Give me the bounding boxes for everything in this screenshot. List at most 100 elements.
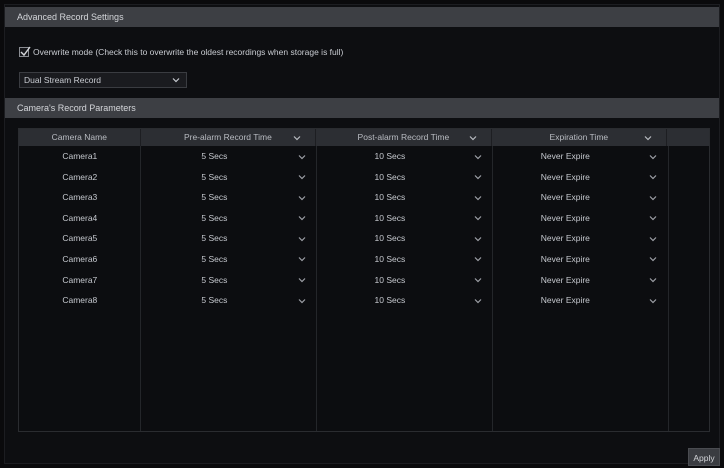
- chevron-down-icon[interactable]: [649, 256, 657, 262]
- expiration-dropdown[interactable]: Never Expire: [492, 167, 667, 188]
- expiration-value: Never Expire: [540, 253, 590, 264]
- chevron-down-icon[interactable]: [298, 174, 306, 180]
- post-alarm-dropdown[interactable]: 10 Secs: [316, 146, 491, 167]
- record-mode-dropdown[interactable]: Dual Stream Record: [19, 72, 187, 88]
- expiration-dropdown[interactable]: Never Expire: [492, 228, 667, 249]
- column-header-label: Post-alarm Record Time: [357, 132, 450, 142]
- pre-alarm-value: 5 Secs: [201, 274, 228, 285]
- chevron-down-icon[interactable]: [298, 298, 306, 304]
- pre-alarm-value: 5 Secs: [201, 151, 228, 161]
- camera-name-cell: Camera4: [19, 208, 141, 229]
- expiration-value: Never Expire: [540, 171, 590, 182]
- post-alarm-dropdown[interactable]: 10 Secs: [316, 249, 491, 270]
- camera-name-cell: Camera7: [19, 270, 141, 291]
- chevron-down-icon[interactable]: [649, 174, 657, 180]
- column-header-label: Expiration Time: [549, 132, 609, 142]
- row-spacer: [667, 290, 709, 311]
- pre-alarm-value: 5 Secs: [201, 233, 228, 244]
- expiration-dropdown[interactable]: Never Expire: [492, 270, 667, 291]
- chevron-down-icon[interactable]: [644, 135, 652, 141]
- expiration-dropdown[interactable]: Never Expire: [492, 146, 667, 167]
- chevron-down-icon[interactable]: [649, 298, 657, 304]
- pre-alarm-value: 5 Secs: [201, 253, 228, 264]
- chevron-down-icon[interactable]: [474, 298, 482, 304]
- column-header-spacer: [667, 129, 709, 146]
- chevron-down-icon[interactable]: [298, 215, 306, 221]
- post-alarm-dropdown[interactable]: 10 Secs: [316, 208, 491, 229]
- post-alarm-dropdown[interactable]: 10 Secs: [316, 290, 491, 311]
- chevron-down-icon[interactable]: [293, 135, 301, 141]
- post-alarm-value: 10 Secs: [374, 151, 406, 161]
- chevron-down-icon[interactable]: [469, 135, 477, 141]
- expiration-value: Never Expire: [540, 295, 590, 306]
- expiration-dropdown[interactable]: Never Expire: [492, 187, 667, 208]
- post-alarm-value: 10 Secs: [374, 212, 406, 223]
- chevron-down-icon[interactable]: [649, 277, 657, 283]
- chevron-down-icon[interactable]: [474, 277, 482, 283]
- row-spacer: [667, 270, 709, 291]
- table-row: Camera2 5 Secs 10 Secs Never Expire: [19, 167, 709, 188]
- pre-alarm-dropdown[interactable]: 5 Secs: [141, 290, 316, 311]
- camera-name-cell: Camera6: [19, 249, 141, 270]
- row-spacer: [667, 249, 709, 270]
- apply-button[interactable]: Apply: [688, 448, 720, 466]
- post-alarm-value: 10 Secs: [374, 233, 406, 244]
- expiration-value: Never Expire: [540, 274, 590, 285]
- row-spacer: [667, 208, 709, 229]
- post-alarm-dropdown[interactable]: 10 Secs: [316, 167, 491, 188]
- post-alarm-dropdown[interactable]: 10 Secs: [316, 228, 491, 249]
- camera-name: Camera8: [62, 295, 98, 306]
- chevron-down-icon[interactable]: [474, 154, 482, 160]
- camera-name-cell: Camera8: [19, 290, 141, 311]
- pre-alarm-dropdown[interactable]: 5 Secs: [141, 146, 316, 167]
- chevron-down-icon[interactable]: [649, 215, 657, 221]
- chevron-down-icon: [172, 78, 180, 83]
- expiration-dropdown[interactable]: Never Expire: [492, 249, 667, 270]
- row-spacer: [667, 228, 709, 249]
- overwrite-mode-checkbox[interactable]: [19, 46, 31, 57]
- pre-alarm-dropdown[interactable]: 5 Secs: [141, 270, 316, 291]
- expiration-dropdown[interactable]: Never Expire: [492, 208, 667, 229]
- post-alarm-value: 10 Secs: [374, 253, 406, 264]
- camera-name: Camera2: [62, 171, 98, 182]
- record-mode-value: Dual Stream Record: [24, 75, 102, 85]
- post-alarm-dropdown[interactable]: 10 Secs: [316, 270, 491, 291]
- chevron-down-icon[interactable]: [649, 195, 657, 201]
- record-settings-panel: Advanced Record Settings Overwrite mode …: [4, 4, 720, 466]
- pre-alarm-value: 5 Secs: [201, 171, 228, 182]
- chevron-down-icon[interactable]: [298, 236, 306, 242]
- expiration-dropdown[interactable]: Never Expire: [492, 290, 667, 311]
- expiration-value: Never Expire: [540, 192, 590, 203]
- pre-alarm-dropdown[interactable]: 5 Secs: [141, 208, 316, 229]
- chevron-down-icon[interactable]: [649, 236, 657, 242]
- chevron-down-icon[interactable]: [298, 256, 306, 262]
- chevron-down-icon[interactable]: [474, 256, 482, 262]
- row-spacer: [667, 167, 709, 188]
- chevron-down-icon[interactable]: [474, 174, 482, 180]
- column-header-expiration[interactable]: Expiration Time: [492, 129, 668, 146]
- column-header-post-alarm[interactable]: Post-alarm Record Time: [316, 129, 492, 146]
- table-row: Camera5 5 Secs 10 Secs Never Expire: [19, 228, 709, 249]
- column-header-pre-alarm[interactable]: Pre-alarm Record Time: [141, 129, 317, 146]
- pre-alarm-dropdown[interactable]: 5 Secs: [141, 249, 316, 270]
- pre-alarm-dropdown[interactable]: 5 Secs: [141, 228, 316, 249]
- pre-alarm-value: 5 Secs: [201, 212, 228, 223]
- pre-alarm-value: 5 Secs: [201, 295, 228, 306]
- chevron-down-icon[interactable]: [474, 195, 482, 201]
- chevron-down-icon[interactable]: [649, 154, 657, 160]
- camera-name-cell: Camera1: [19, 146, 141, 167]
- expiration-value: Never Expire: [540, 212, 590, 223]
- camera-name: Camera5: [62, 233, 98, 244]
- post-alarm-dropdown[interactable]: 10 Secs: [316, 187, 491, 208]
- chevron-down-icon[interactable]: [298, 277, 306, 283]
- pre-alarm-dropdown[interactable]: 5 Secs: [141, 187, 316, 208]
- camera-name: Camera6: [62, 253, 98, 264]
- chevron-down-icon[interactable]: [474, 236, 482, 242]
- pre-alarm-dropdown[interactable]: 5 Secs: [141, 167, 316, 188]
- post-alarm-value: 10 Secs: [374, 295, 406, 306]
- table-row: Camera6 5 Secs 10 Secs Never Expire: [19, 249, 709, 270]
- camera-name: Camera7: [62, 274, 98, 285]
- chevron-down-icon[interactable]: [298, 154, 306, 160]
- chevron-down-icon[interactable]: [474, 215, 482, 221]
- chevron-down-icon[interactable]: [298, 195, 306, 201]
